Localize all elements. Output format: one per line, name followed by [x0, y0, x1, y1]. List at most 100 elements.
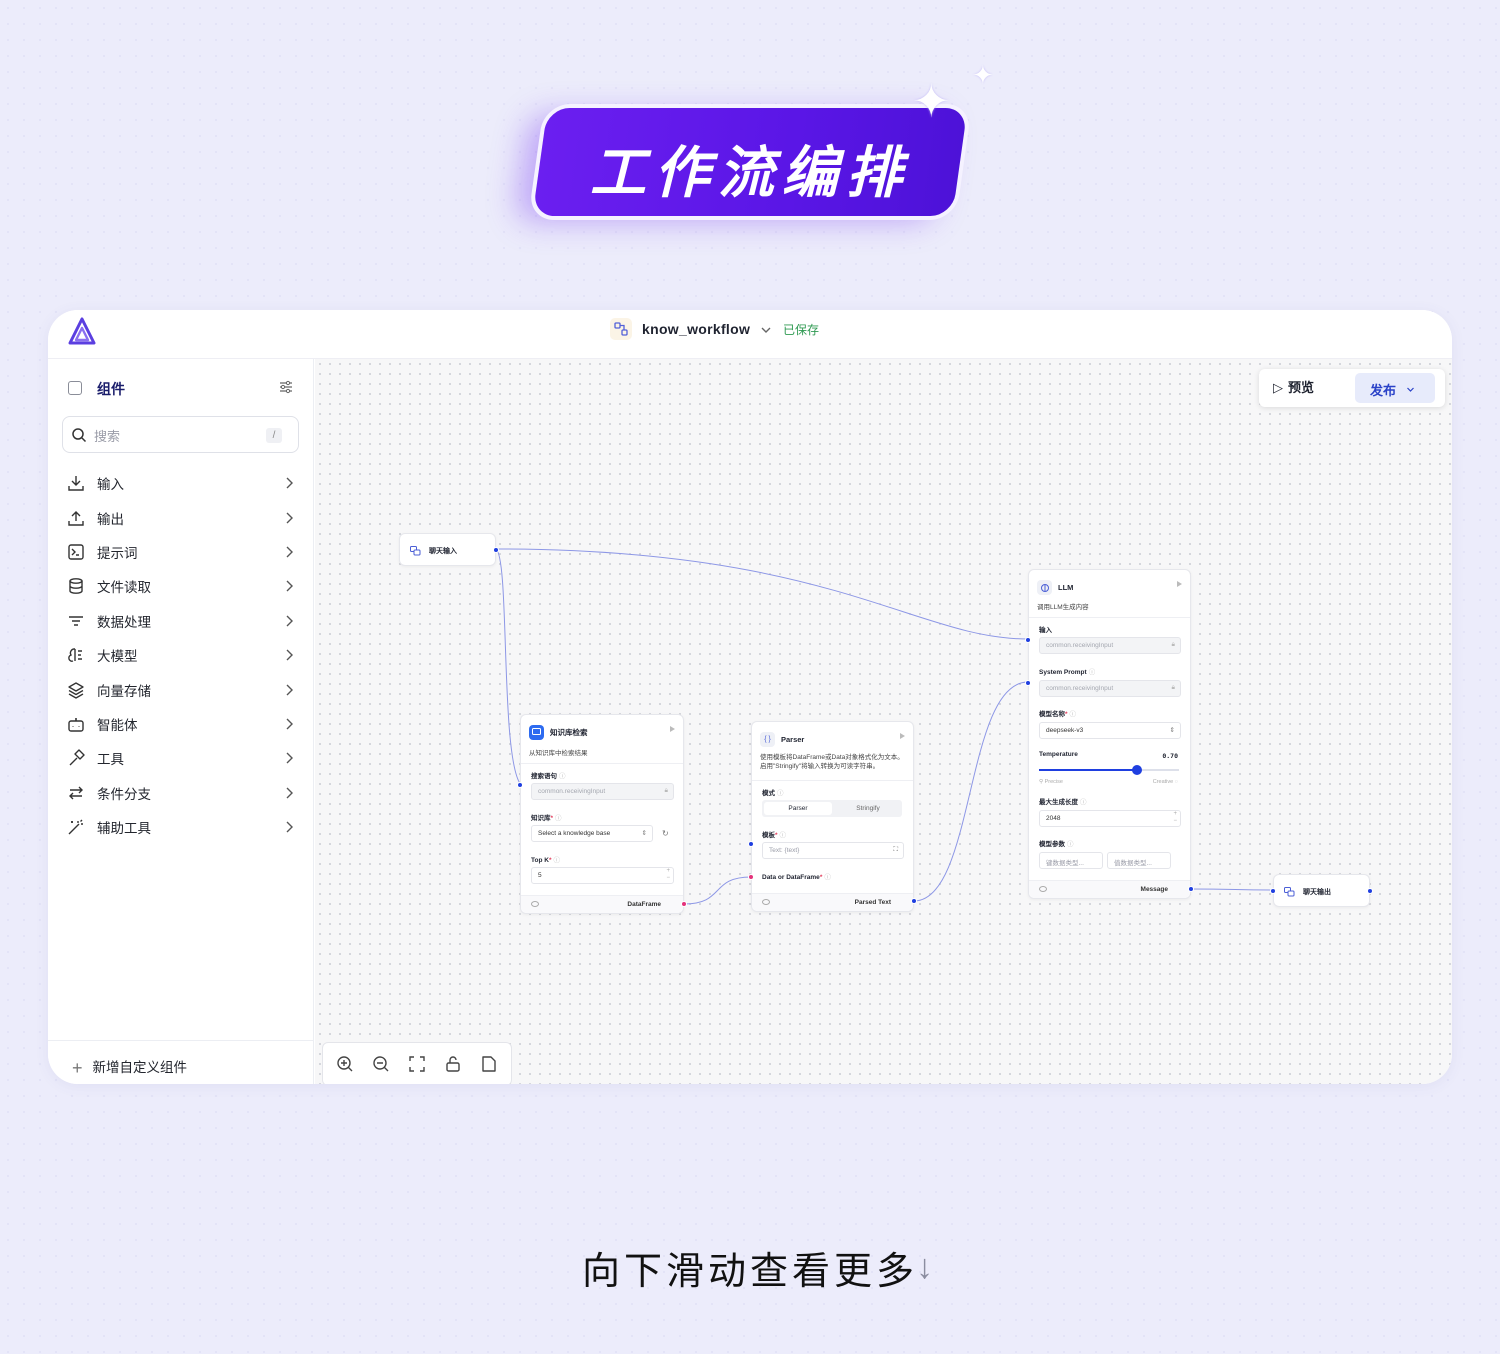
banner-title: 工作流编排	[590, 141, 910, 206]
param-value-input[interactable]: 值数据类型...	[1107, 852, 1171, 869]
llm-node[interactable]: LLM 调用LLM生成内容 输入 common.receivingInput 🔒︎…	[1025, 569, 1194, 899]
sidebar-item-2[interactable]: 提示词	[62, 535, 302, 569]
llm-out-port[interactable]	[1188, 886, 1194, 892]
parser-out-port[interactable]	[911, 898, 917, 904]
slider-knob[interactable]	[1132, 765, 1142, 775]
refresh-icon[interactable]: ↻	[662, 829, 669, 838]
chat-input-node[interactable]: 聊天输入	[399, 533, 499, 566]
data-label: Data or DataFrame* ⓘ	[762, 874, 831, 881]
parser-data-port[interactable]	[748, 874, 754, 880]
parser-template-port[interactable]	[748, 841, 754, 847]
eye-icon[interactable]	[762, 899, 770, 905]
fit-view-icon[interactable]	[408, 1055, 426, 1073]
template-input[interactable]: Text: {text} ⛶	[762, 842, 904, 859]
knowledge-retrieval-node[interactable]: 知识库检索 从知识库中检索结果 搜索语句 ⓘ common.receivingIn…	[517, 714, 687, 914]
sidebar-item-label: 数据处理	[97, 614, 151, 630]
preview-button[interactable]: ▷ 预览	[1273, 377, 1314, 396]
publish-button[interactable]: 发布	[1355, 373, 1435, 403]
kb-select[interactable]: Select a knowledge base ⇕	[531, 825, 653, 842]
eye-icon[interactable]	[1039, 886, 1047, 892]
model-select[interactable]: deepseek-v3 ⇕	[1039, 722, 1181, 739]
knowledge-in-port[interactable]	[517, 782, 523, 788]
sidebar-item-label: 文件读取	[97, 580, 151, 596]
temperature-slider[interactable]	[1039, 765, 1179, 775]
zoom-out-icon[interactable]	[372, 1055, 390, 1073]
temperature-label: Temperature	[1039, 751, 1078, 758]
topk-input[interactable]: 5 + −	[531, 867, 674, 884]
knowledge-output-label: DataFrame	[627, 901, 661, 908]
sidebar-item-6[interactable]: 向量存储	[62, 672, 302, 706]
sparkle-small-icon: ✦	[972, 60, 994, 90]
chevron-down-icon	[1407, 387, 1414, 392]
params-label: 模型参数 ⓘ	[1039, 841, 1074, 848]
query-field: common.receivingInput 🔒︎	[531, 783, 674, 800]
template-label: 模板* ⓘ	[762, 832, 787, 839]
sidebar-item-7[interactable]: 智能体	[62, 707, 302, 741]
slider-fill	[1039, 769, 1137, 771]
sidebar-item-10[interactable]: 辅助工具	[62, 810, 302, 844]
eye-icon[interactable]	[531, 901, 539, 907]
chat-icon	[1282, 884, 1297, 899]
mode-stringify-option[interactable]: Stringify	[834, 802, 902, 815]
chat-output-out-port[interactable]	[1367, 888, 1373, 894]
chat-output-in-port[interactable]	[1270, 888, 1276, 894]
zoom-controls	[322, 1042, 512, 1084]
sidebar-item-label: 提示词	[97, 545, 138, 561]
sidebar-item-label: 输出	[97, 511, 124, 527]
llm-footer: Message	[1029, 880, 1190, 898]
creative-label: Creative ◌	[1152, 779, 1178, 785]
precise-label: ⚲ Precise	[1039, 779, 1063, 785]
title-banner: 工作流编排	[530, 100, 970, 225]
collapse-sidebar-icon[interactable]	[68, 381, 82, 395]
sidebar-item-5[interactable]: 大模型	[62, 638, 302, 672]
unlock-icon[interactable]	[444, 1055, 462, 1073]
chat-output-node[interactable]: 聊天输出	[1270, 874, 1373, 907]
workflow-name[interactable]: know_workflow	[642, 321, 750, 337]
parser-node[interactable]: { } Parser 使用模板将DataFrame或Data对象格式化为文本。启…	[748, 721, 917, 912]
sidebar-item-4[interactable]: 数据处理	[62, 604, 302, 638]
knowledge-out-port[interactable]	[681, 901, 687, 907]
llm-input-port[interactable]	[1025, 637, 1031, 643]
search-input[interactable]: 搜索 /	[62, 416, 299, 453]
add-custom-component-button[interactable]: + 新增自定义组件	[72, 1056, 187, 1079]
param-key-input[interactable]: 键数据类型...	[1039, 852, 1103, 869]
workflow-canvas[interactable]: 聊天输入 知识库检索 从知识库中检索结果 搜索语句 ⓘ common.receiv…	[315, 359, 1452, 1084]
sidebar-item-1[interactable]: 输出	[62, 500, 302, 534]
mode-parser-option[interactable]: Parser	[764, 802, 832, 815]
add-custom-label: 新增自定义组件	[92, 1060, 188, 1075]
model-label: 模型名称* ⓘ	[1039, 711, 1077, 718]
chevron-right-icon	[286, 580, 293, 592]
maxlen-input[interactable]: 2048 + −	[1039, 810, 1181, 827]
bot-icon	[66, 714, 86, 734]
sidebar-item-9[interactable]: 条件分支	[62, 776, 302, 810]
run-node-icon[interactable]	[670, 726, 675, 732]
mode-toggle[interactable]: Parser Stringify	[762, 800, 902, 817]
filter-settings-icon[interactable]	[278, 379, 294, 395]
zoom-in-icon[interactable]	[336, 1055, 354, 1073]
edge-chatinput-knowledge	[495, 548, 522, 786]
sidebar-item-3[interactable]: 文件读取	[62, 569, 302, 603]
knowledge-footer: DataFrame	[521, 895, 683, 913]
note-icon[interactable]	[480, 1055, 498, 1073]
run-node-icon[interactable]	[1177, 581, 1182, 587]
arrows-icon	[66, 783, 86, 803]
chat-input-out-port[interactable]	[493, 547, 499, 553]
sidebar-item-8[interactable]: 工具	[62, 741, 302, 775]
sidebar-item-0[interactable]: 输入	[62, 466, 302, 500]
sidebar-item-label: 辅助工具	[97, 821, 151, 837]
llm-system-port[interactable]	[1025, 680, 1031, 686]
scroll-hint: 向下滑动查看更多	[581, 1251, 918, 1293]
terminal-icon	[66, 542, 86, 562]
sparkle-icon: ✦	[912, 75, 951, 127]
search-shortcut: /	[266, 428, 282, 443]
divider	[521, 763, 683, 764]
brain-icon	[66, 645, 86, 665]
kb-label: 知识库* ⓘ	[531, 815, 562, 822]
stepper-icon: + −	[666, 868, 670, 881]
run-node-icon[interactable]	[900, 733, 905, 739]
sidebar-item-label: 条件分支	[97, 786, 151, 802]
chevron-down-icon[interactable]	[760, 324, 772, 336]
chevron-right-icon	[286, 787, 293, 799]
expand-icon: ⛶	[893, 846, 898, 853]
sidebar-footer: + 新增自定义组件	[48, 1040, 314, 1084]
